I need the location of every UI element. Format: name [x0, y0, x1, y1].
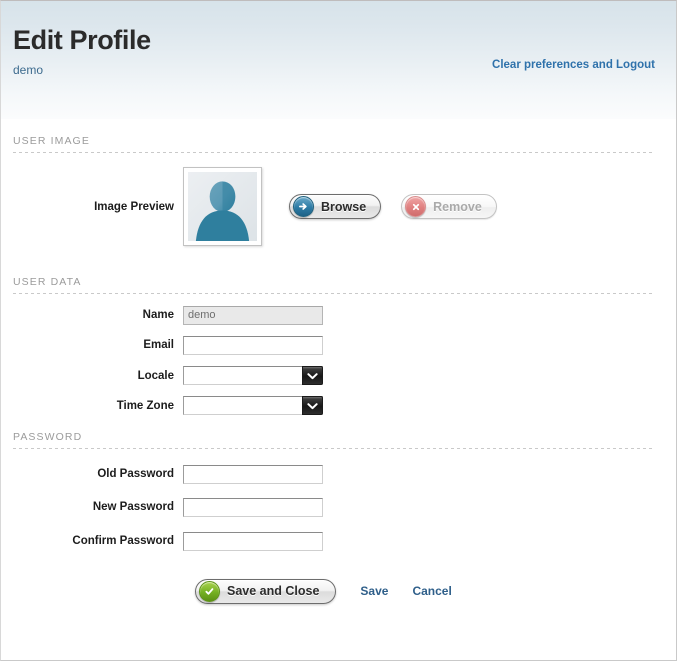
section-heading-password: PASSWORD	[13, 431, 83, 443]
remove-button-label: Remove	[433, 199, 482, 214]
section-heading-user-image: USER IMAGE	[13, 135, 90, 147]
label-locale: Locale	[137, 369, 174, 382]
image-preview-label: Image Preview	[94, 200, 174, 213]
label-new-password: New Password	[92, 501, 174, 514]
locale-select[interactable]	[183, 366, 323, 385]
user-silhouette-icon	[188, 172, 257, 241]
form-row-timezone: Time Zone	[13, 396, 664, 415]
page-title: Edit Profile	[13, 25, 151, 55]
page-body: USER IMAGE Image Preview Browse Remove U…	[1, 135, 676, 624]
bottom-spacer	[13, 604, 664, 624]
form-row-new-password: New Password	[13, 498, 664, 517]
image-preview-frame	[183, 167, 262, 246]
timezone-select[interactable]	[183, 396, 323, 415]
section-divider-password	[13, 448, 655, 449]
browse-button[interactable]: Browse	[289, 194, 382, 219]
section-divider-user-data	[13, 293, 655, 294]
label-name: Name	[142, 308, 174, 321]
clear-preferences-and-logout-link[interactable]: Clear preferences and Logout	[492, 59, 655, 71]
field-wrap-old-password	[183, 464, 323, 484]
form-row-email: Email	[13, 336, 664, 355]
x-circle-icon	[405, 196, 427, 217]
form-row-confirm-password: Confirm Password	[13, 531, 664, 551]
form-actions: Save and Close Save Cancel	[13, 578, 664, 604]
form-row-old-password: Old Password	[13, 464, 664, 484]
chevron-down-icon[interactable]	[302, 396, 323, 415]
old-password-input[interactable]	[183, 464, 323, 484]
new-password-input[interactable]	[183, 498, 323, 517]
arrow-right-circle-icon	[293, 196, 314, 217]
browse-button-label: Browse	[321, 199, 367, 214]
label-confirm-password: Confirm Password	[72, 534, 174, 547]
field-wrap-email	[183, 336, 323, 355]
field-wrap-confirm-password	[183, 531, 323, 551]
field-wrap-name	[183, 305, 323, 325]
image-action-buttons: Browse Remove	[289, 194, 497, 219]
section-divider-user-image	[13, 152, 655, 153]
save-and-close-button-label: Save and Close	[227, 584, 320, 598]
email-input[interactable]	[183, 336, 323, 355]
label-old-password: Old Password	[97, 467, 174, 480]
form-row-name: Name	[13, 305, 664, 325]
field-wrap-new-password	[183, 498, 323, 517]
form-row-locale: Locale	[13, 366, 664, 385]
cancel-link[interactable]: Cancel	[412, 584, 451, 598]
page-header: Edit Profile demo Clear preferences and …	[1, 1, 676, 119]
save-link[interactable]: Save	[360, 584, 388, 598]
image-preview-row: Image Preview Browse Remove	[13, 167, 664, 246]
chevron-down-icon[interactable]	[302, 366, 323, 385]
confirm-password-input[interactable]	[183, 531, 323, 551]
remove-button[interactable]: Remove	[401, 194, 497, 219]
name-input[interactable]	[183, 305, 323, 325]
section-heading-user-data: USER DATA	[13, 276, 82, 288]
label-timezone: Time Zone	[116, 399, 174, 412]
edit-profile-page: Edit Profile demo Clear preferences and …	[0, 0, 677, 661]
label-email: Email	[143, 339, 174, 352]
save-and-close-button[interactable]: Save and Close	[195, 578, 337, 604]
check-circle-icon	[199, 580, 220, 602]
